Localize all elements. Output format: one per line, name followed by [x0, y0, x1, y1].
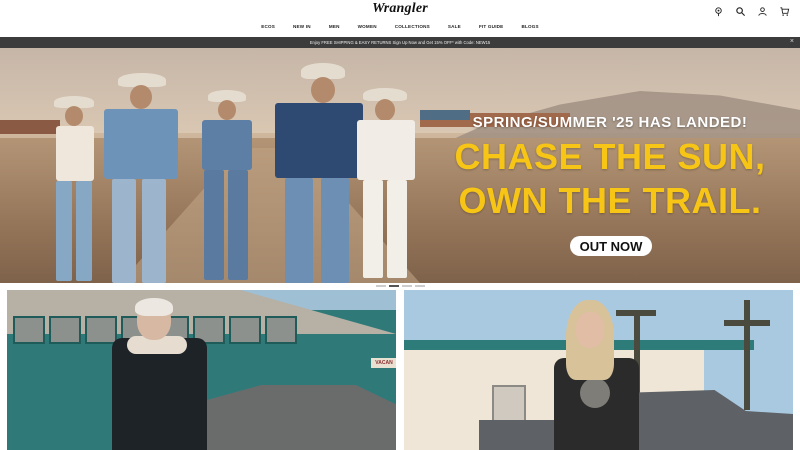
hero-copy: SPRING/SUMMER '25 HAS LANDED! CHASE THE …	[440, 114, 780, 219]
joshua-tree	[724, 320, 770, 326]
promo-banner: Enjoy FREE SHIPPING & EASY RETURNS Sign …	[0, 37, 800, 48]
carousel-dot[interactable]	[401, 285, 412, 287]
nav-item-men[interactable]: MEN	[320, 24, 349, 29]
model-figure	[275, 63, 365, 283]
carousel-dot-active[interactable]	[388, 285, 399, 287]
site-header: Wrangler ECOS NEW IN MEN WOMEN COLLECTIO…	[0, 0, 800, 37]
hero-subtitle: SPRING/SUMMER '25 HAS LANDED!	[472, 114, 748, 131]
main-nav: ECOS NEW IN MEN WOMEN COLLECTIONS SALE F…	[0, 24, 800, 29]
female-model	[554, 300, 644, 450]
carousel-indicators	[0, 283, 800, 289]
joshua-tree	[744, 300, 750, 410]
model-figure	[50, 96, 100, 281]
nav-item-ecos[interactable]: ECOS	[252, 24, 284, 29]
model-figure	[200, 90, 255, 280]
model-figure	[355, 88, 417, 278]
nav-item-blogs[interactable]: BLOGS	[512, 24, 547, 29]
promo-text[interactable]: Enjoy FREE SHIPPING & EASY RETURNS Sign …	[0, 40, 800, 45]
account-icon[interactable]	[756, 5, 768, 17]
window	[492, 385, 526, 425]
nav-item-fit-guide[interactable]: FIT GUIDE	[470, 24, 513, 29]
promo-tile-men[interactable]: VACAN	[7, 290, 396, 450]
nav-item-collections[interactable]: COLLECTIONS	[386, 24, 439, 29]
header-icons	[712, 5, 790, 17]
location-icon[interactable]	[712, 5, 724, 17]
hero-title-line-1: CHASE THE SUN,	[454, 136, 766, 177]
window	[49, 316, 81, 344]
window	[265, 316, 297, 344]
window	[13, 316, 45, 344]
model-figure	[100, 73, 180, 283]
hero-title-line-2: OWN THE TRAIL.	[458, 180, 762, 221]
hero-banner[interactable]: SPRING/SUMMER '25 HAS LANDED! CHASE THE …	[0, 48, 800, 283]
male-model	[107, 298, 217, 450]
vacancy-sign: VACAN	[371, 358, 396, 368]
carousel-dot[interactable]	[375, 285, 386, 287]
nav-item-sale[interactable]: SALE	[439, 24, 470, 29]
carousel-dot[interactable]	[414, 285, 425, 287]
nav-item-new-in[interactable]: NEW IN	[284, 24, 320, 29]
promo-tile-women[interactable]	[404, 290, 793, 450]
window	[229, 316, 261, 344]
cart-icon[interactable]	[778, 5, 790, 17]
brand-logo[interactable]: Wrangler	[0, 1, 800, 17]
close-icon[interactable]: ×	[790, 38, 794, 45]
out-now-button[interactable]: OUT NOW	[570, 236, 652, 256]
nav-item-women[interactable]: WOMEN	[349, 24, 386, 29]
search-icon[interactable]	[734, 5, 746, 17]
